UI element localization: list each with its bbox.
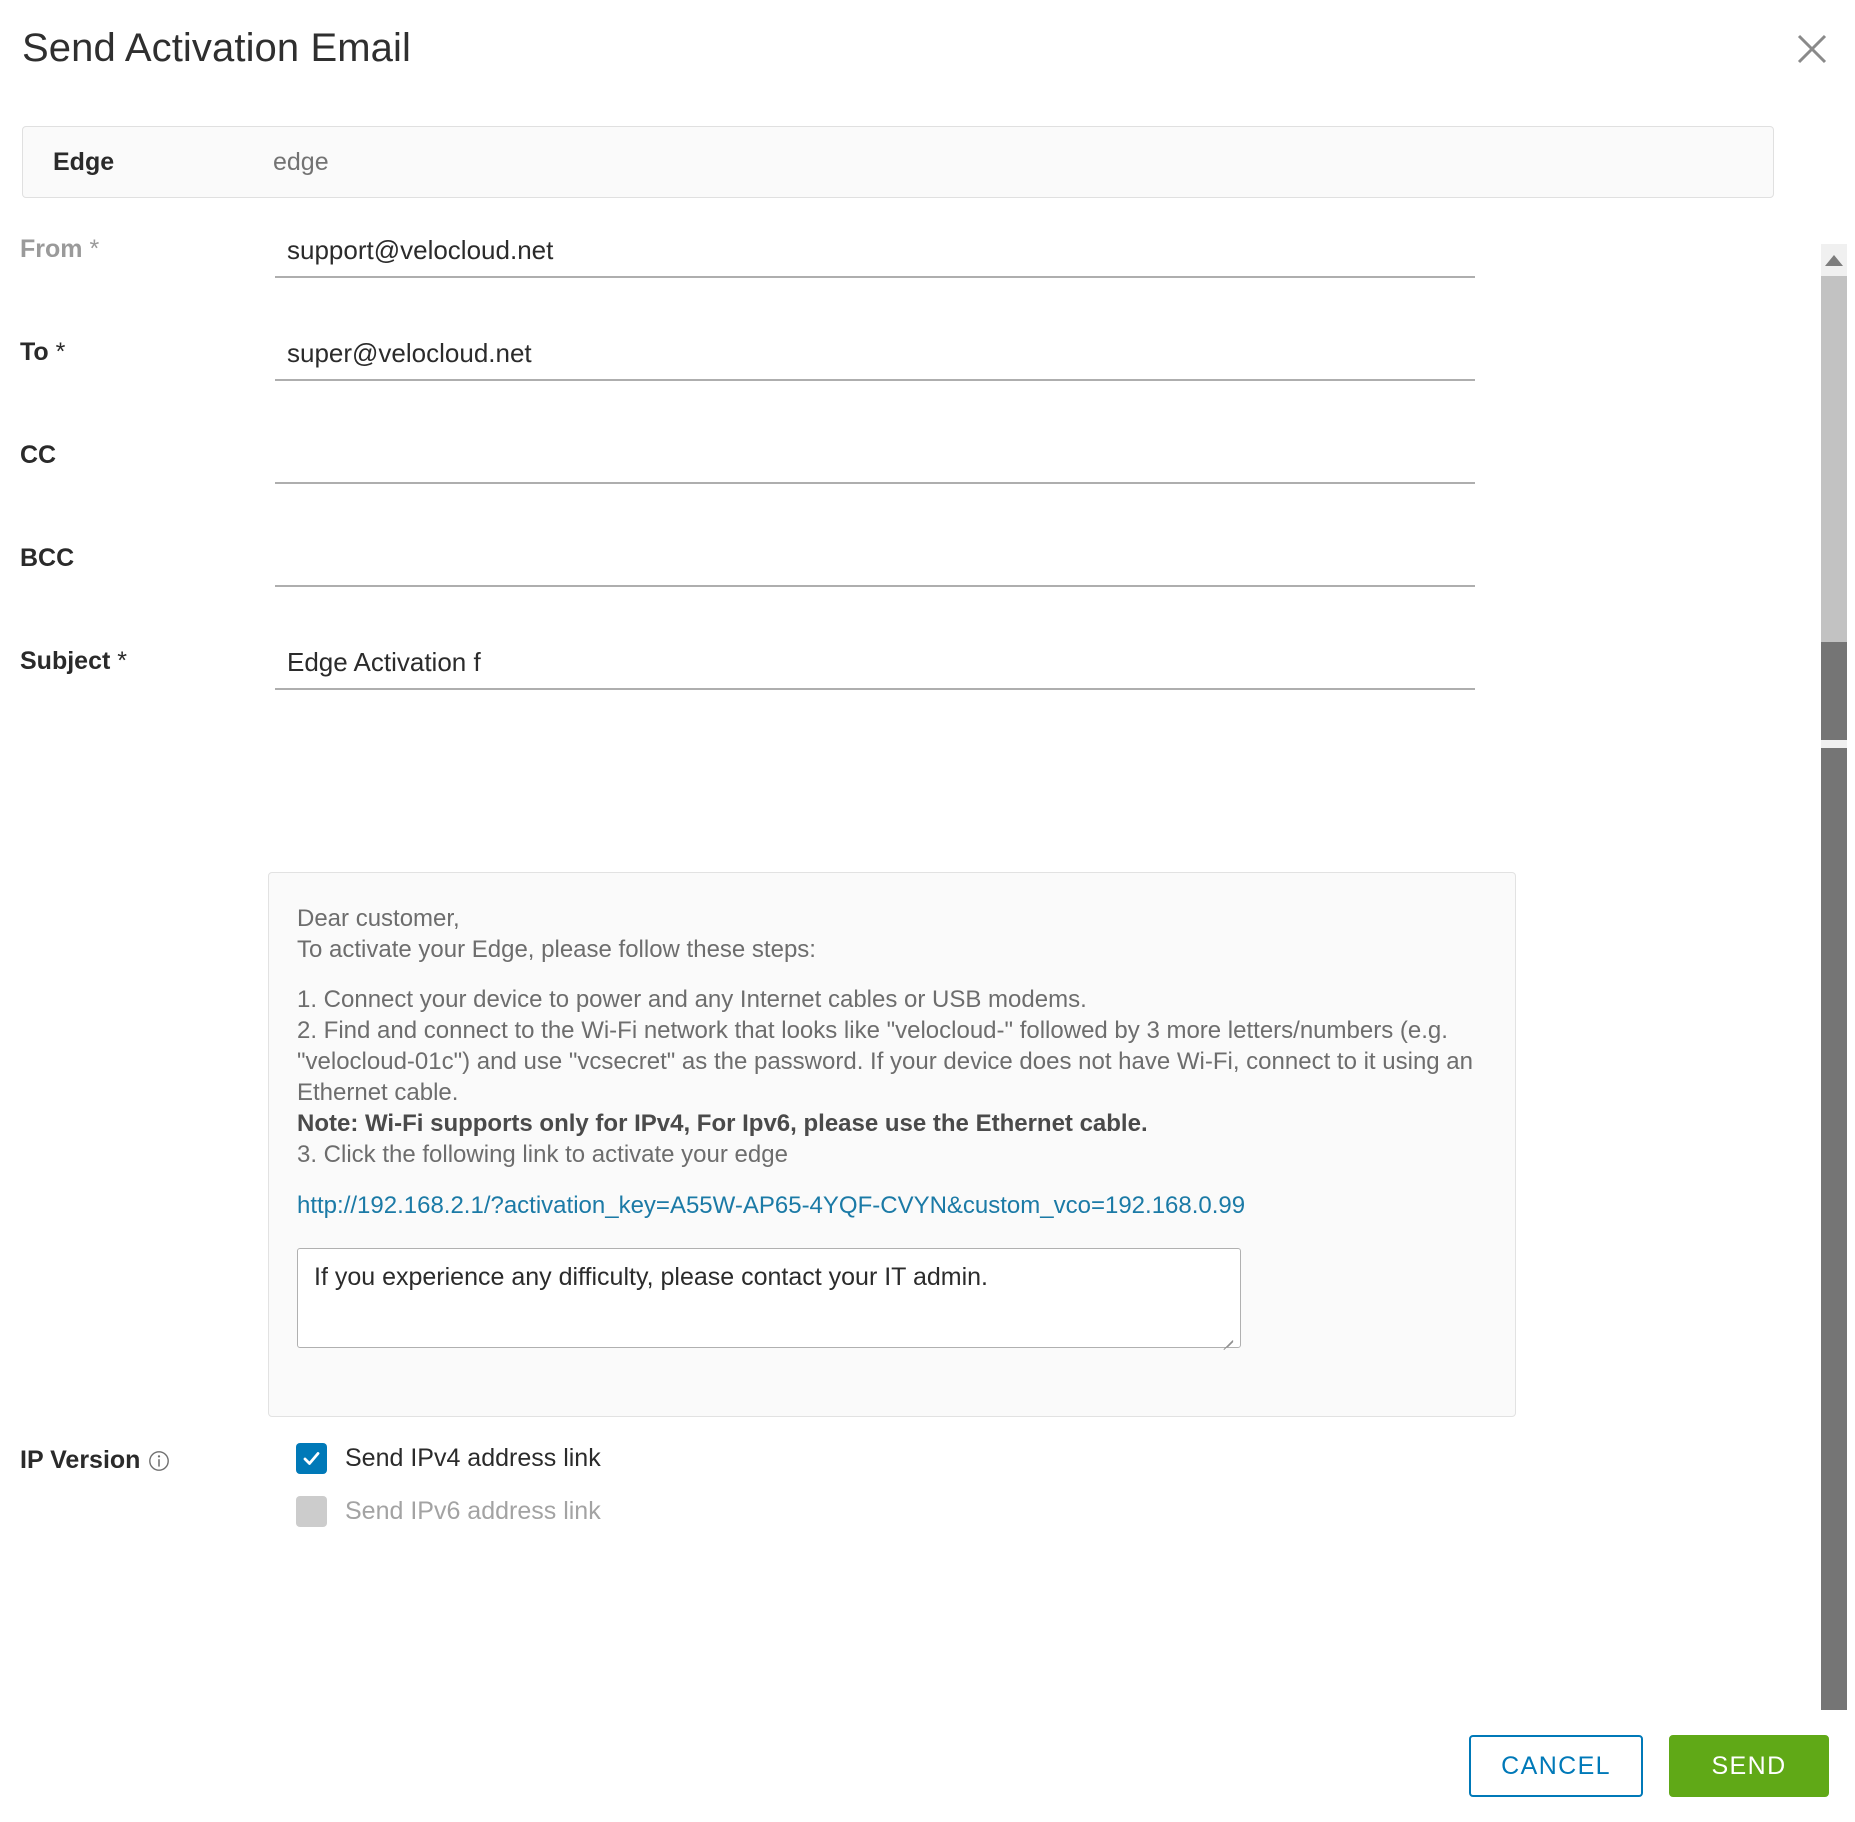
checkbox-checked-icon [296, 1443, 327, 1474]
email-intro: To activate your Edge, please follow the… [297, 934, 1487, 965]
checkbox-label-ipv4: Send IPv4 address link [345, 1444, 601, 1473]
email-step-3: 3. Click the following link to activate … [297, 1139, 1487, 1170]
dialog-title: Send Activation Email [22, 26, 411, 71]
to-input[interactable] [275, 333, 1475, 381]
dialog-header: Send Activation Email [0, 0, 1855, 118]
email-spacer [297, 965, 1487, 984]
scrollbar-track-upper[interactable] [1821, 276, 1847, 642]
cc-field-wrap [275, 436, 1796, 494]
email-greeting: Dear customer, [297, 903, 1487, 934]
dialog-footer: CANCEL SEND [0, 1710, 1855, 1822]
form-row-cc: CC [0, 436, 1796, 496]
email-body-preview: Dear customer, To activate your Edge, pl… [268, 872, 1516, 1417]
form-row-subject: Subject * [0, 642, 1796, 702]
subject-label: Subject * [0, 642, 275, 680]
edge-label: Edge [23, 148, 273, 177]
ip-version-label-text: IP Version [20, 1446, 140, 1475]
form-scroll-content: Edge edge From * To * CC [0, 118, 1796, 1822]
close-icon[interactable] [1789, 26, 1835, 72]
from-field-wrap [275, 230, 1796, 288]
caret-up-icon[interactable] [1821, 244, 1847, 276]
email-step-2: 2. Find and connect to the Wi-Fi network… [297, 1015, 1487, 1108]
bcc-field-wrap [275, 539, 1796, 597]
send-button[interactable]: SEND [1669, 1735, 1829, 1797]
form-row-to: To * [0, 333, 1796, 393]
send-activation-email-dialog: Send Activation Email Edge edge From * [0, 0, 1855, 1822]
email-step-1: 1. Connect your device to power and any … [297, 984, 1487, 1015]
to-label: To * [0, 333, 275, 371]
cancel-button[interactable]: CANCEL [1469, 1735, 1643, 1797]
edge-value: edge [273, 148, 329, 177]
subject-input[interactable] [275, 642, 1475, 690]
form-row-bcc: BCC [0, 539, 1796, 599]
cc-label: CC [0, 436, 275, 474]
bcc-label: BCC [0, 539, 275, 577]
bcc-input[interactable] [275, 539, 1475, 587]
from-input[interactable] [275, 230, 1475, 278]
edge-summary-row: Edge edge [22, 126, 1774, 198]
custom-message-textarea[interactable] [297, 1248, 1241, 1348]
dialog-body: Edge edge From * To * CC [0, 118, 1855, 1822]
email-body-text: Dear customer, To activate your Edge, pl… [297, 903, 1487, 1170]
cc-input[interactable] [275, 436, 1475, 484]
checkbox-label-ipv6: Send IPv6 address link [345, 1497, 601, 1526]
scrollbar-thumb[interactable] [1821, 748, 1847, 1748]
from-label: From * [0, 230, 275, 268]
form-row-from: From * [0, 230, 1796, 290]
email-note: Note: Wi-Fi supports only for IPv4, For … [297, 1108, 1487, 1139]
activation-link[interactable]: http://192.168.2.1/?activation_key=A55W-… [297, 1192, 1487, 1220]
info-icon[interactable] [148, 1450, 170, 1472]
dialog-scrollbar[interactable] [1821, 244, 1847, 1784]
ip-version-label: IP Version [20, 1446, 170, 1475]
checkbox-send-ipv6: Send IPv6 address link [296, 1496, 601, 1527]
checkbox-disabled-icon [296, 1496, 327, 1527]
scrollbar-thumb-upper[interactable] [1821, 642, 1847, 740]
to-field-wrap [275, 333, 1796, 391]
subject-field-wrap [275, 642, 1796, 700]
checkbox-send-ipv4[interactable]: Send IPv4 address link [296, 1443, 601, 1474]
